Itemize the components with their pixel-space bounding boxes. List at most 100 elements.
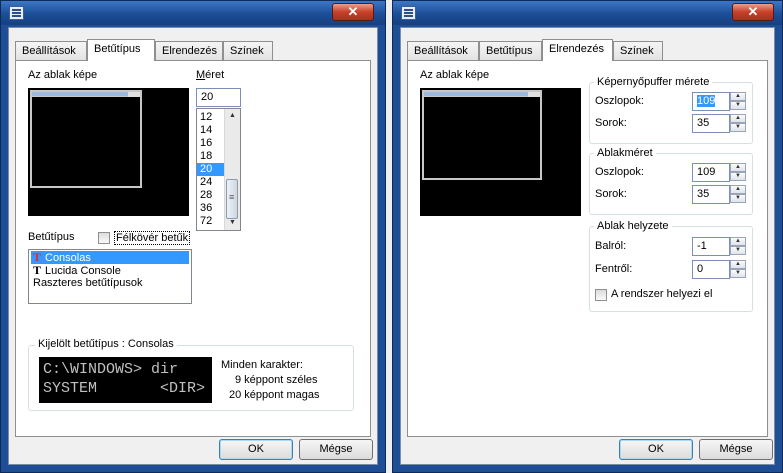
window-preview-label: Az ablak képe bbox=[28, 69, 98, 81]
ok-button[interactable]: OK bbox=[619, 439, 693, 460]
size-item[interactable]: 72 bbox=[197, 215, 226, 228]
font-item-lucida[interactable]: T Lucida Console bbox=[31, 263, 189, 278]
buffer-rows-label: Sorok: bbox=[595, 117, 627, 129]
truetype-font-icon: T bbox=[33, 263, 42, 277]
spin-up-icon[interactable]: ▲ bbox=[730, 185, 746, 194]
bold-checkbox[interactable] bbox=[98, 232, 110, 244]
font-item-raster[interactable]: Raszteres betűtípusok bbox=[31, 277, 189, 290]
dialog-client-area: Beállítások Betűtípus Elrendezés Színek … bbox=[400, 27, 775, 465]
spin-down-icon[interactable]: ▼ bbox=[730, 101, 746, 110]
console-properties-window-layout: ✕ Beállítások Betűtípus Elrendezés Színe… bbox=[392, 0, 783, 473]
console-app-icon[interactable] bbox=[9, 6, 24, 20]
size-rows-stepper[interactable]: ▲ ▼ bbox=[730, 185, 746, 204]
spin-down-icon[interactable]: ▼ bbox=[730, 172, 746, 181]
size-columns-stepper[interactable]: ▲ ▼ bbox=[730, 163, 746, 182]
window-preview bbox=[28, 88, 189, 216]
spin-down-icon[interactable]: ▼ bbox=[730, 246, 746, 255]
size-item[interactable]: 28 bbox=[197, 189, 226, 202]
buffer-columns-input[interactable]: 109 bbox=[692, 92, 730, 111]
size-item[interactable]: 36 bbox=[197, 202, 226, 215]
size-columns-label: Oszlopok: bbox=[595, 166, 644, 178]
size-list[interactable]: 12 14 16 18 20 24 28 36 72 ▲ ▼ bbox=[196, 108, 241, 231]
left-label: Balról: bbox=[595, 240, 627, 252]
preview-title-bar bbox=[424, 92, 540, 97]
size-item-selected[interactable]: 20 bbox=[197, 163, 226, 176]
font-item-label: Consolas bbox=[45, 252, 91, 264]
left-stepper[interactable]: ▲ ▼ bbox=[730, 237, 746, 256]
size-list-scrollbar[interactable]: ▲ ▼ bbox=[224, 109, 240, 230]
ok-button[interactable]: OK bbox=[219, 439, 293, 460]
tab-font[interactable]: Betűtípus bbox=[479, 41, 542, 60]
close-button[interactable]: ✕ bbox=[732, 3, 774, 21]
size-label: Méret bbox=[196, 69, 225, 81]
font-list[interactable]: T Consolas T Lucida Console Raszteres betű… bbox=[28, 249, 192, 304]
sample-line-2: SYSTEM <DIR> bbox=[43, 380, 206, 397]
cancel-button[interactable]: Mégse bbox=[299, 439, 373, 460]
spin-down-icon[interactable]: ▼ bbox=[730, 123, 746, 132]
size-rows-label: Sorok: bbox=[595, 188, 627, 200]
window-size-group: Ablakméret Oszlopok: 109 ▲ ▼ Sorok: 35 ▲ ▼ bbox=[589, 147, 753, 215]
window-position-group: Ablak helyzete Balról: -1 ▲ ▼ Fentről: 0 … bbox=[589, 220, 753, 312]
size-input[interactable]: 20 bbox=[196, 88, 241, 107]
window-preview-frame bbox=[422, 90, 542, 180]
selected-font-group: Kijelölt betűtípus : Consolas C:\WINDOWS… bbox=[28, 338, 354, 411]
scroll-up-icon[interactable]: ▲ bbox=[225, 109, 240, 123]
spin-up-icon[interactable]: ▲ bbox=[730, 114, 746, 123]
window-preview-frame bbox=[30, 90, 142, 188]
layout-tab-panel: Az ablak képe Képernyőpuffer mérete Oszl… bbox=[407, 60, 768, 437]
cancel-button[interactable]: Mégse bbox=[699, 439, 773, 460]
preview-window-buttons bbox=[528, 92, 540, 97]
tab-layout[interactable]: Elrendezés bbox=[542, 39, 613, 61]
top-label: Fentről: bbox=[595, 263, 633, 275]
console-app-icon[interactable] bbox=[401, 6, 416, 20]
dialog-client-area: Beállítások Betűtípus Elrendezés Színek … bbox=[8, 27, 378, 465]
spin-up-icon[interactable]: ▲ bbox=[730, 92, 746, 101]
sample-line-1: C:\WINDOWS> dir bbox=[43, 361, 179, 378]
spin-up-icon[interactable]: ▲ bbox=[730, 237, 746, 246]
size-columns-input[interactable]: 109 bbox=[692, 163, 730, 182]
title-bar[interactable]: ✕ bbox=[1, 1, 385, 25]
size-item[interactable]: 14 bbox=[197, 124, 226, 137]
spin-down-icon[interactable]: ▼ bbox=[730, 269, 746, 278]
size-rows-input[interactable]: 35 bbox=[692, 185, 730, 204]
tab-font[interactable]: Betűtípus bbox=[87, 39, 155, 61]
close-button[interactable]: ✕ bbox=[332, 3, 374, 21]
font-label: Betűtípus bbox=[28, 231, 75, 243]
tab-colors[interactable]: Színek bbox=[613, 41, 663, 60]
size-item[interactable]: 24 bbox=[197, 176, 226, 189]
font-tab-panel: Az ablak képe Méret 20 12 14 16 18 20 24… bbox=[15, 60, 371, 437]
size-item[interactable]: 16 bbox=[197, 137, 226, 150]
spin-up-icon[interactable]: ▲ bbox=[730, 260, 746, 269]
tab-settings[interactable]: Beállítások bbox=[15, 41, 87, 60]
spin-up-icon[interactable]: ▲ bbox=[730, 163, 746, 172]
scroll-thumb[interactable] bbox=[226, 179, 238, 219]
buffer-columns-label: Oszlopok: bbox=[595, 95, 644, 107]
window-size-title: Ablakméret bbox=[594, 147, 656, 159]
bold-checkbox-label[interactable]: Félkövér betűk bbox=[114, 231, 191, 245]
preview-title-bar bbox=[32, 92, 140, 97]
title-bar[interactable]: ✕ bbox=[393, 1, 782, 25]
font-item-label: Lucida Console bbox=[45, 265, 121, 277]
font-item-consolas[interactable]: T Consolas bbox=[31, 251, 189, 264]
spin-down-icon[interactable]: ▼ bbox=[730, 194, 746, 203]
buffer-rows-stepper[interactable]: ▲ ▼ bbox=[730, 114, 746, 133]
top-stepper[interactable]: ▲ ▼ bbox=[730, 260, 746, 279]
size-item[interactable]: 18 bbox=[197, 150, 226, 163]
top-input[interactable]: 0 bbox=[692, 260, 730, 279]
window-preview bbox=[420, 88, 581, 216]
size-item[interactable]: 12 bbox=[197, 111, 226, 124]
system-position-label[interactable]: A rendszer helyezi el bbox=[611, 288, 713, 300]
preview-window-buttons bbox=[128, 92, 140, 97]
tab-settings[interactable]: Beállítások bbox=[407, 41, 479, 60]
buffer-columns-stepper[interactable]: ▲ ▼ bbox=[730, 92, 746, 111]
selected-font-title: Kijelölt betűtípus : Consolas bbox=[35, 338, 177, 350]
tab-colors[interactable]: Színek bbox=[223, 41, 273, 60]
system-position-checkbox[interactable] bbox=[595, 289, 607, 301]
left-input[interactable]: -1 bbox=[692, 237, 730, 256]
scroll-down-icon[interactable]: ▼ bbox=[225, 216, 240, 230]
buffer-rows-input[interactable]: 35 bbox=[692, 114, 730, 133]
tab-layout[interactable]: Elrendezés bbox=[155, 41, 223, 60]
buffer-size-group: Képernyőpuffer mérete Oszlopok: 109 ▲ ▼ S… bbox=[589, 76, 753, 144]
console-properties-window-font: ✕ Beállítások Betűtípus Elrendezés Színe… bbox=[0, 0, 386, 473]
buffer-columns-value: 109 bbox=[697, 95, 716, 107]
